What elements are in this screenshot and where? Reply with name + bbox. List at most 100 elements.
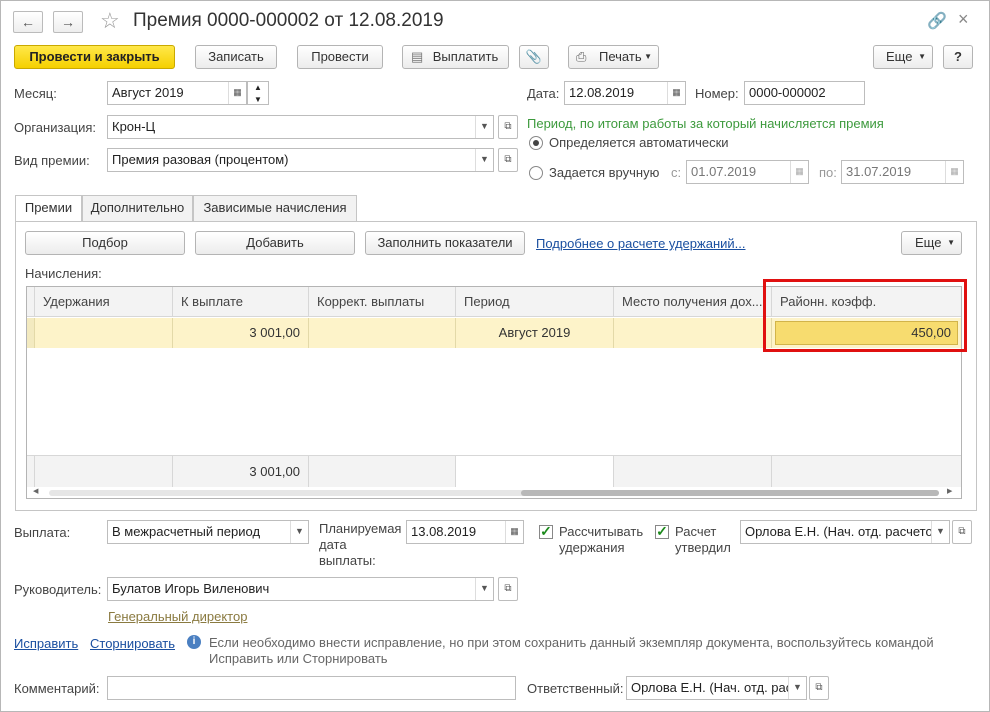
responsible-label: Ответственный: <box>527 681 624 696</box>
tab-bonuses[interactable]: Премии <box>15 195 82 222</box>
table-more-button[interactable]: Еще ▼ <box>901 231 962 255</box>
footer-regional-coef <box>772 456 961 488</box>
post-button[interactable]: Провести <box>297 45 383 69</box>
date-field[interactable]: 12.08.2019 ▦ <box>564 81 686 105</box>
scroll-thumb[interactable] <box>521 490 939 496</box>
cell-correction[interactable] <box>309 318 456 348</box>
column-header-to-pay[interactable]: К выплате <box>173 287 309 317</box>
planned-date-value: 13.08.2019 <box>411 524 477 539</box>
pick-button[interactable]: Подбор <box>25 231 185 255</box>
open-organization-button[interactable]: ⧉ <box>498 115 518 139</box>
open-responsible-button[interactable]: ⧉ <box>809 676 829 700</box>
back-button[interactable]: ← <box>13 11 43 33</box>
planned-date-field[interactable]: 13.08.2019 ▦ <box>406 520 524 544</box>
calendar-icon[interactable]: ▦ <box>228 82 246 104</box>
cell-deductions[interactable] <box>35 318 173 348</box>
more-button[interactable]: Еще ▼ <box>873 45 933 69</box>
open-bonus-type-button[interactable]: ⧉ <box>498 148 518 172</box>
period-note: Период, по итогам работы за который начи… <box>527 116 884 131</box>
cell-period[interactable]: Август 2019 <box>456 318 614 348</box>
manager-field[interactable]: Булатов Игорь Виленович ▼ <box>107 577 494 601</box>
column-header-correction[interactable]: Коррект. выплаты <box>309 287 456 317</box>
link-icon[interactable]: 🔗 <box>927 11 947 31</box>
period-to-field[interactable]: 31.07.2019 ▦ <box>841 160 964 184</box>
help-button[interactable]: ? <box>943 45 973 69</box>
period-to-label: по: <box>819 165 837 180</box>
dropdown-arrow-icon[interactable]: ▼ <box>475 578 493 600</box>
responsible-field[interactable]: Орлова Е.Н. (Нач. отд. расч ▼ <box>626 676 807 700</box>
open-manager-button[interactable]: ⧉ <box>498 577 518 601</box>
approver-value: Орлова Е.Н. (Нач. отд. расчетов <box>745 524 940 539</box>
period-from-field[interactable]: 01.07.2019 ▦ <box>686 160 809 184</box>
calendar-icon[interactable]: ▦ <box>505 521 523 543</box>
dropdown-arrow-icon[interactable]: ▼ <box>290 521 308 543</box>
bonus-type-field[interactable]: Премия разовая (процентом) ▼ <box>107 148 494 172</box>
print-button[interactable]: ⎙ Печать ▼ <box>568 45 659 69</box>
horizontal-scrollbar[interactable]: ◀ ▶ <box>27 487 961 498</box>
highlight-frame <box>763 279 967 352</box>
calendar-icon[interactable]: ▦ <box>667 82 685 104</box>
fix-link[interactable]: Исправить <box>14 636 78 651</box>
approved-label-1: Расчет <box>675 524 717 539</box>
dropdown-arrow-icon[interactable]: ▼ <box>475 116 493 138</box>
open-approver-button[interactable]: ⧉ <box>952 520 972 544</box>
deductions-details-link[interactable]: Подробнее о расчете удержаний... <box>536 236 746 251</box>
period-to-value: 31.07.2019 <box>846 164 912 179</box>
number-field[interactable]: 0000-000002 <box>744 81 865 105</box>
calendar-icon[interactable]: ▦ <box>945 161 963 183</box>
column-header-deductions[interactable]: Удержания <box>35 287 173 317</box>
scroll-left-icon[interactable]: ◀ <box>33 487 38 495</box>
printer-icon: ⎙ <box>576 49 587 64</box>
radio-manual[interactable] <box>529 166 543 180</box>
post-and-close-button[interactable]: Провести и закрыть <box>14 45 175 69</box>
attach-button[interactable]: 📎 <box>519 45 549 69</box>
column-header-period[interactable]: Период <box>456 287 614 317</box>
column-header-income-place[interactable]: Место получения дох... <box>614 287 772 317</box>
approved-checkbox[interactable]: ✓ <box>655 524 669 539</box>
organization-field[interactable]: Крон-Ц ▼ <box>107 115 494 139</box>
tab-dependent-accruals[interactable]: Зависимые начисления <box>193 195 357 221</box>
calendar-icon[interactable]: ▦ <box>790 161 808 183</box>
payment-label: Выплата: <box>14 525 71 540</box>
bonus-type-label: Вид премии: <box>14 153 90 168</box>
approved-label-2: утвердил <box>675 540 731 555</box>
reverse-link[interactable]: Сторнировать <box>90 636 175 651</box>
fill-indicators-button[interactable]: Заполнить показатели <box>365 231 525 255</box>
add-button[interactable]: Добавить <box>195 231 355 255</box>
organization-label: Организация: <box>14 120 97 135</box>
info-text-line2: Исправить или Сторнировать <box>209 651 388 666</box>
tab-additional[interactable]: Дополнительно <box>82 195 193 221</box>
month-spinner[interactable]: ▲ ▼ <box>247 81 269 105</box>
dropdown-arrow-icon[interactable]: ▼ <box>788 677 806 699</box>
month-field[interactable]: Август 2019 ▦ <box>107 81 247 105</box>
scroll-right-icon[interactable]: ▶ <box>947 487 952 495</box>
cell-income-place[interactable] <box>614 318 772 348</box>
spin-down-icon[interactable]: ▼ <box>254 89 262 104</box>
window-title: Премия 0000-000002 от 12.08.2019 <box>133 10 444 31</box>
comment-field[interactable] <box>107 676 516 700</box>
date-label: Дата: <box>527 86 560 101</box>
period-from-label: с: <box>671 165 682 180</box>
footer-marker <box>27 456 35 488</box>
forward-button[interactable]: → <box>53 11 83 33</box>
dropdown-arrow-icon[interactable]: ▼ <box>931 521 949 543</box>
payment-value: В межрасчетный период <box>112 524 261 539</box>
approver-field[interactable]: Орлова Е.Н. (Нач. отд. расчетов ▼ <box>740 520 950 544</box>
payment-field[interactable]: В межрасчетный период ▼ <box>107 520 309 544</box>
chevron-down-icon: ▼ <box>644 52 652 61</box>
manager-position-link[interactable]: Генеральный директор <box>108 609 247 624</box>
print-button-label: Печать <box>599 49 642 64</box>
open-icon: ⧉ <box>504 121 512 132</box>
cell-to-pay[interactable]: 3 001,00 <box>173 318 309 348</box>
dropdown-arrow-icon[interactable]: ▼ <box>475 149 493 171</box>
save-button[interactable]: Записать <box>195 45 277 69</box>
pay-button[interactable]: ▤ Выплатить <box>402 45 509 69</box>
chevron-down-icon: ▼ <box>947 238 955 247</box>
close-icon[interactable]: × <box>958 9 969 30</box>
info-text-line1: Если необходимо внести исправление, но п… <box>209 635 934 650</box>
chevron-down-icon: ▼ <box>918 52 926 61</box>
calc-deductions-checkbox[interactable]: ✓ <box>539 524 553 539</box>
favorite-star-icon[interactable]: ☆ <box>100 8 120 34</box>
arrow-right-icon: → <box>61 14 75 30</box>
radio-auto[interactable] <box>529 136 543 150</box>
